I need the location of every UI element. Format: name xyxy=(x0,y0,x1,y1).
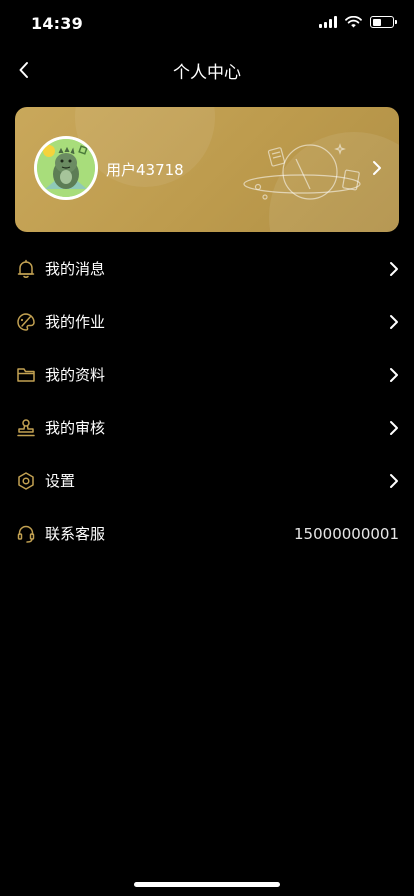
menu-list: 我的消息 我的作业 我的资料 我的审核 设置 联系客服 15000000001 xyxy=(0,242,414,560)
profile-chevron-icon xyxy=(371,159,383,181)
avatar[interactable] xyxy=(34,136,98,200)
bell-icon xyxy=(15,258,37,280)
menu-label: 我的资料 xyxy=(45,366,106,384)
support-phone[interactable]: 15000000001 xyxy=(294,525,399,543)
palette-icon xyxy=(15,311,37,333)
battery-icon xyxy=(370,16,397,28)
menu-item-messages[interactable]: 我的消息 xyxy=(0,242,414,295)
username: 用户43718 xyxy=(106,161,184,179)
menu-item-review[interactable]: 我的审核 xyxy=(0,401,414,454)
chevron-right-icon xyxy=(388,419,400,437)
chevron-right-icon xyxy=(388,260,400,278)
menu-label: 联系客服 xyxy=(45,525,106,543)
chevron-right-icon xyxy=(388,472,400,490)
home-indicator[interactable] xyxy=(134,882,280,887)
settings-icon xyxy=(15,470,37,492)
cellular-signal-icon xyxy=(319,16,337,28)
menu-item-support[interactable]: 联系客服 15000000001 xyxy=(0,507,414,560)
wifi-icon xyxy=(345,16,362,28)
profile-card[interactable]: 用户43718 xyxy=(15,107,399,232)
dinosaur-avatar-icon xyxy=(37,139,95,197)
menu-label: 我的作业 xyxy=(45,313,106,331)
menu-item-settings[interactable]: 设置 xyxy=(0,454,414,507)
status-time: 14:39 xyxy=(31,14,83,33)
menu-label: 我的消息 xyxy=(45,260,106,278)
planet-decoration-icon xyxy=(243,143,361,200)
page-title: 个人中心 xyxy=(173,63,241,83)
menu-label: 设置 xyxy=(45,472,76,490)
headset-icon xyxy=(15,523,37,545)
stamp-icon xyxy=(15,417,37,439)
chevron-right-icon xyxy=(388,366,400,384)
status-icons xyxy=(319,16,397,28)
nav-bar: 个人中心 xyxy=(0,48,414,92)
chevron-right-icon xyxy=(388,313,400,331)
avatar-image xyxy=(37,139,95,197)
menu-item-homework[interactable]: 我的作业 xyxy=(0,295,414,348)
menu-label: 我的审核 xyxy=(45,419,106,437)
menu-item-materials[interactable]: 我的资料 xyxy=(0,348,414,401)
folder-icon xyxy=(15,364,37,386)
status-bar: 14:39 xyxy=(0,0,414,48)
